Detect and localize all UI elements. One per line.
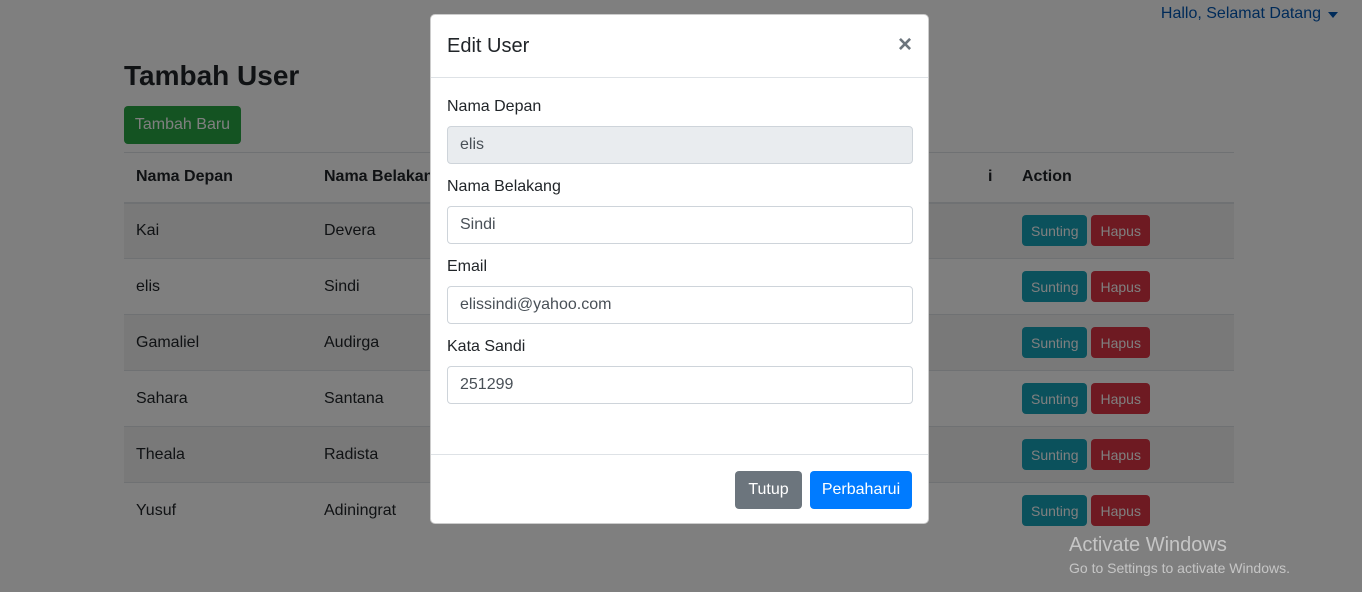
watermark-subtitle: Go to Settings to activate Windows. xyxy=(1069,560,1290,576)
modal-body: Nama Depan Nama Belakang Email Kata Sand… xyxy=(431,78,928,404)
windows-activation-watermark: Activate Windows Go to Settings to activ… xyxy=(1069,534,1290,576)
last-name-label: Nama Belakang xyxy=(447,178,561,195)
form-group-password: Kata Sandi xyxy=(447,338,913,404)
update-button[interactable]: Perbaharui xyxy=(810,471,912,509)
form-group-first-name: Nama Depan xyxy=(447,98,913,164)
modal-title: Edit User xyxy=(447,35,530,57)
edit-user-modal: Edit User × Nama Depan Nama Belakang Ema… xyxy=(430,14,929,524)
first-name-field[interactable] xyxy=(447,126,913,164)
form-group-email: Email xyxy=(447,258,913,324)
close-button[interactable]: Tutup xyxy=(735,471,802,509)
first-name-label: Nama Depan xyxy=(447,98,542,115)
close-icon[interactable]: × xyxy=(898,33,912,57)
email-label: Email xyxy=(447,258,488,275)
modal-header: Edit User × xyxy=(431,15,928,78)
modal-footer: Tutup Perbaharui xyxy=(431,454,928,524)
password-field[interactable] xyxy=(447,366,913,404)
password-label: Kata Sandi xyxy=(447,338,526,355)
watermark-title: Activate Windows xyxy=(1069,534,1227,556)
last-name-field[interactable] xyxy=(447,206,913,244)
form-group-last-name: Nama Belakang xyxy=(447,178,913,244)
email-field[interactable] xyxy=(447,286,913,324)
